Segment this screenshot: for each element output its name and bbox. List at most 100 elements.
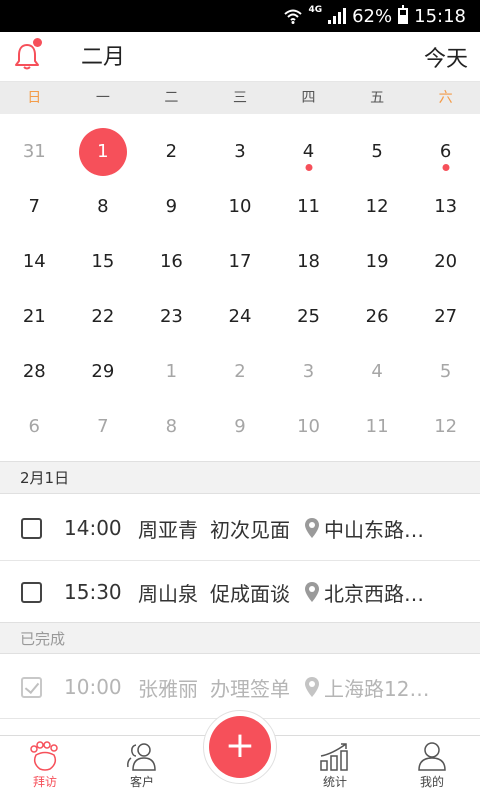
calendar-day[interactable]: 28 [0, 346, 69, 401]
calendar-day-number: 31 [22, 141, 46, 162]
calendar-day[interactable]: 7 [0, 181, 69, 236]
calendar-day[interactable]: 6 [0, 401, 69, 456]
calendar-day-number: 28 [22, 361, 46, 382]
tab-mine[interactable]: 我的 [402, 741, 462, 790]
calendar-day[interactable]: 7 [69, 401, 138, 456]
calendar-day-number: 6 [439, 141, 452, 162]
weekday-wed: 三 [232, 90, 247, 106]
calendar-day[interactable]: 23 [137, 291, 206, 346]
calendar-day[interactable]: 3 [206, 126, 275, 181]
tab-customers-label: 客户 [129, 775, 154, 789]
calendar-day[interactable]: 19 [343, 236, 412, 291]
task-location: 上海路12… [324, 676, 430, 701]
calendar-day[interactable]: 10 [206, 181, 275, 236]
calendar-day[interactable]: 17 [206, 236, 275, 291]
network-type: 4G [308, 5, 323, 15]
calendar-week-row: 6 7 8 9 10 11 12 [0, 401, 480, 456]
calendar-day-number: 4 [302, 141, 315, 162]
calendar-week-row: 14 15 16 17 18 19 20 [0, 236, 480, 291]
calendar-day[interactable]: 8 [137, 401, 206, 456]
task-type: 初次见面 [210, 517, 290, 542]
task-customer: 周亚青 [138, 517, 198, 542]
calendar-day[interactable]: 22 [69, 291, 138, 346]
calendar-day-number: 16 [159, 251, 183, 272]
calendar-day[interactable]: 29 [69, 346, 138, 401]
signal-icon [328, 8, 347, 24]
calendar-day[interactable]: 18 [274, 236, 343, 291]
calendar-day-number: 18 [297, 251, 320, 272]
tab-mine-label: 我的 [419, 775, 444, 789]
calendar-day-number: 8 [165, 416, 178, 437]
tab-visit[interactable]: 拜访 [15, 741, 75, 790]
calendar-day[interactable]: 2 [206, 346, 275, 401]
month-title: 二月 [81, 45, 126, 70]
calendar-day[interactable]: 6 [411, 126, 480, 181]
calendar-day[interactable]: 2 [137, 126, 206, 181]
task-checkbox[interactable] [21, 517, 42, 539]
calendar-day[interactable]: 25 [274, 291, 343, 346]
calendar-day[interactable]: 1 [137, 346, 206, 401]
calendar-day[interactable]: 12 [411, 401, 480, 456]
calendar-day-number: 4 [371, 361, 383, 382]
task-checkbox-checked[interactable] [21, 676, 42, 698]
calendar-day[interactable]: 31 [0, 126, 69, 181]
task-type: 促成面谈 [210, 581, 290, 606]
calendar-day[interactable]: 9 [206, 401, 275, 456]
task-row[interactable]: 14:00 周亚青 初次见面 中山东路… [0, 496, 480, 560]
task-row[interactable]: 15:30 周山泉 促成面谈 北京西路… [0, 560, 480, 624]
tab-stats-label: 统计 [322, 775, 347, 789]
calendar-day[interactable]: 12 [343, 181, 412, 236]
calendar-week-row: 31 1 2 3 4 5 6 [0, 126, 480, 181]
calendar-day-number: 2 [165, 141, 178, 162]
calendar-day[interactable]: 4 [343, 346, 412, 401]
weekday-fri: 五 [370, 90, 385, 106]
event-dot [305, 164, 313, 171]
calendar-day[interactable]: 13 [411, 181, 480, 236]
calendar-day-number: 26 [365, 306, 389, 327]
calendar-day-number: 3 [234, 141, 246, 162]
calendar-day[interactable]: 16 [137, 236, 206, 291]
app-header: 二月 今天 [0, 32, 480, 82]
calendar-day[interactable]: 24 [206, 291, 275, 346]
task-checkbox[interactable] [21, 581, 42, 603]
task-time: 10:00 [64, 675, 122, 699]
calendar-day[interactable]: 9 [137, 181, 206, 236]
calendar-day-number: 25 [297, 306, 320, 327]
tab-customers[interactable]: 客户 [112, 741, 172, 790]
calendar-day-number: 14 [22, 251, 46, 272]
calendar-day[interactable]: 11 [274, 181, 343, 236]
add-visit-button[interactable]: + [209, 716, 271, 778]
weekday-sun: 日 [27, 90, 42, 106]
calendar-day[interactable]: 4 [274, 126, 343, 181]
location-pin-icon [305, 677, 319, 697]
calendar-day[interactable]: 27 [411, 291, 480, 346]
calendar-day-number: 3 [302, 361, 315, 382]
calendar-day[interactable]: 5 [343, 126, 412, 181]
customers-icon [127, 743, 156, 771]
calendar-day[interactable]: 8 [69, 181, 138, 236]
calendar-day[interactable]: 26 [343, 291, 412, 346]
calendar-day[interactable]: 20 [411, 236, 480, 291]
calendar-day-number: 5 [439, 361, 452, 382]
calendar-day-number: 1 [78, 128, 127, 176]
calendar-week-row: 21 22 23 24 25 26 27 [0, 291, 480, 346]
calendar-day[interactable]: 21 [0, 291, 69, 346]
calendar-day[interactable]: 3 [274, 346, 343, 401]
calendar-day[interactable]: 14 [0, 236, 69, 291]
calendar-day[interactable]: 5 [411, 346, 480, 401]
calendar-day-number: 13 [434, 196, 458, 217]
calendar-day-selected[interactable]: 1 [69, 126, 138, 181]
calendar-day[interactable]: 10 [274, 401, 343, 456]
calendar-grid: 31 1 2 3 4 5 6 7 8 9 10 11 12 13 14 15 16 17 18 19 20 21 22 23 2… [0, 126, 480, 456]
completed-header: 已完成 [0, 622, 480, 654]
calendar-day-number: 8 [97, 196, 109, 217]
today-button[interactable]: 今天 [424, 41, 468, 73]
calendar-day[interactable]: 15 [69, 236, 138, 291]
battery-percent: 62% [352, 5, 393, 27]
calendar-day[interactable]: 11 [343, 401, 412, 456]
calendar-day-number: 29 [91, 361, 115, 382]
selected-date-header: 2月1日 [0, 461, 480, 494]
calendar-day-number: 21 [22, 306, 46, 327]
task-type: 办理签单 [210, 676, 290, 701]
tab-stats[interactable]: 统计 [305, 741, 365, 790]
